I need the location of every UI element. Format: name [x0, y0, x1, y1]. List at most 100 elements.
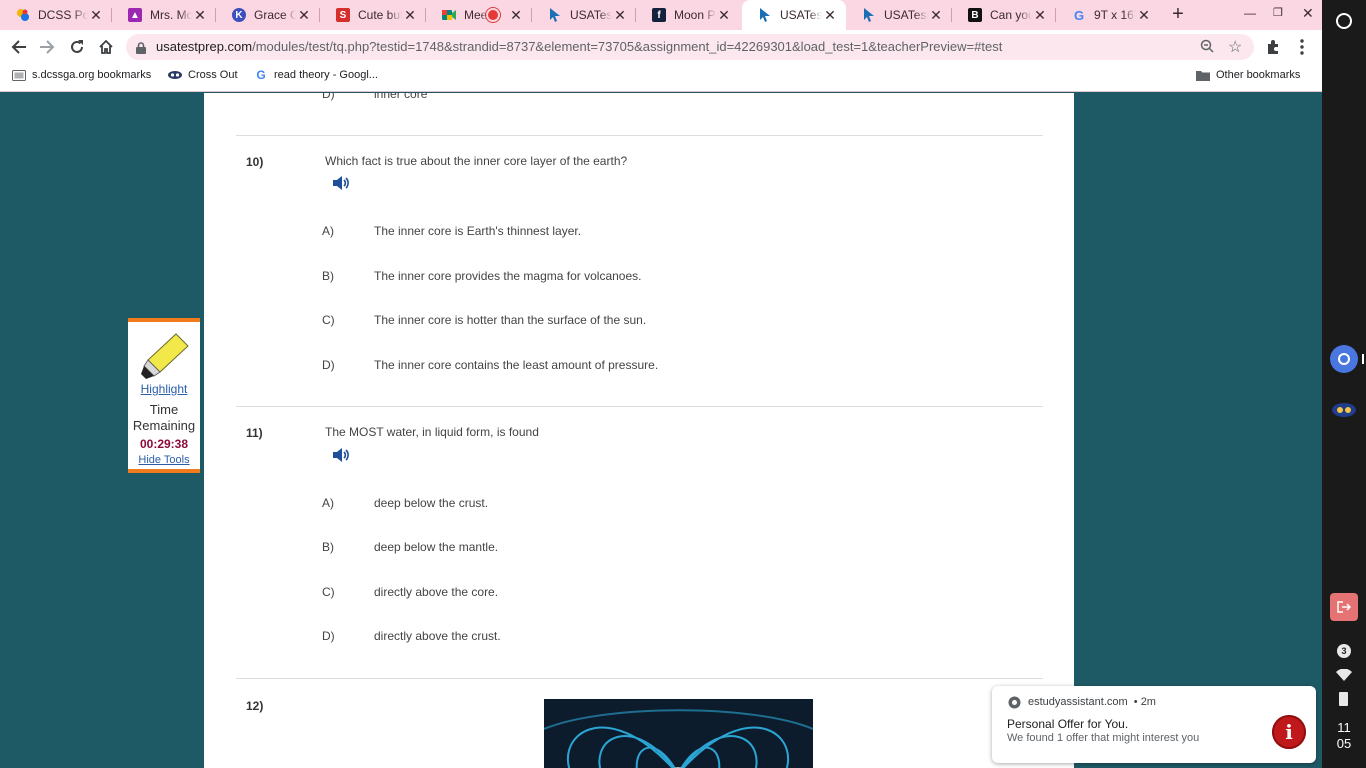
option-letter[interactable]: C) — [322, 585, 335, 599]
tab-mrs-mcleod[interactable]: ▲ Mrs. McLeod ✕ — [112, 0, 216, 30]
option-text[interactable]: The inner core provides the magma for vo… — [374, 269, 641, 283]
tab-title: Meet — [464, 8, 488, 22]
back-icon[interactable] — [8, 36, 30, 58]
bookmark-read-theory[interactable]: Gread theory - Googl... — [254, 68, 378, 82]
clock-minutes: 05 — [1336, 736, 1352, 751]
question-text: The MOST water, in liquid form, is found — [325, 425, 539, 439]
close-tab-icon[interactable]: ✕ — [508, 7, 524, 24]
tab-title: USATestprep — [570, 8, 612, 22]
close-tab-icon[interactable]: ✕ — [192, 7, 208, 24]
option-letter[interactable]: D) — [322, 629, 335, 643]
speaker-icon[interactable] — [332, 447, 350, 463]
tab-dcss[interactable]: DCSS Portal ✕ — [0, 0, 112, 30]
recording-icon — [488, 10, 498, 20]
notification-count-badge[interactable]: 3 — [1337, 644, 1351, 658]
close-tab-icon[interactable]: ✕ — [88, 7, 104, 24]
new-tab-button[interactable]: + — [1168, 4, 1188, 24]
chrome-icon — [1008, 696, 1021, 714]
extensions-icon[interactable] — [1262, 36, 1284, 58]
notification-title: Personal Offer for You. — [1007, 717, 1129, 731]
tab-title: USATestprep — [780, 8, 822, 22]
option-letter[interactable]: A) — [322, 224, 334, 238]
chrome-app-icon[interactable] — [1330, 345, 1358, 373]
home-icon[interactable] — [95, 36, 117, 58]
bookmark-dcssga[interactable]: s.dcssga.org bookmarks — [12, 69, 151, 81]
close-tab-icon[interactable]: ✕ — [822, 7, 838, 24]
option-text[interactable]: The inner core contains the least amount… — [374, 358, 658, 372]
question-number: 12) — [246, 699, 264, 713]
folder-icon — [1196, 69, 1210, 81]
minimize-icon[interactable]: — — [1244, 6, 1256, 20]
close-tab-icon[interactable]: ✕ — [928, 7, 944, 24]
highlighter-icon[interactable] — [140, 332, 190, 385]
bookmark-star-icon[interactable]: ☆ — [1228, 37, 1242, 57]
tab-can-you[interactable]: B Can you guess ✕ — [952, 0, 1056, 30]
close-tab-icon[interactable]: ✕ — [296, 7, 312, 24]
url-path: /modules/test/tq.php?testid=1748&strandi… — [252, 39, 1003, 54]
tab-meet[interactable]: Meet ✕ — [426, 0, 532, 30]
bookmark-cross-out[interactable]: Cross Out — [168, 69, 238, 81]
option-letter[interactable]: D) — [322, 358, 335, 372]
option-letter[interactable]: B) — [322, 269, 334, 283]
speaker-icon[interactable] — [332, 175, 350, 191]
meet-icon — [442, 8, 456, 22]
tab-title: Moon Phases — [674, 8, 716, 22]
option-text[interactable]: The inner core is hotter than the surfac… — [374, 313, 646, 327]
tab-usatestprep-3[interactable]: USATestprep ✕ — [846, 0, 952, 30]
close-window-icon[interactable]: ✕ — [1302, 5, 1314, 22]
divider — [236, 135, 1043, 136]
exit-icon[interactable] — [1330, 593, 1358, 621]
close-tab-icon[interactable]: ✕ — [1136, 7, 1152, 24]
menu-icon[interactable] — [1291, 36, 1313, 58]
close-tab-icon[interactable]: ✕ — [402, 7, 418, 24]
tab-usatestprep-active[interactable]: USATestprep ✕ — [742, 0, 846, 30]
forward-icon[interactable] — [36, 36, 58, 58]
other-bookmarks[interactable]: Other bookmarks — [1196, 69, 1300, 81]
tab-usatestprep-1[interactable]: USATestprep ✕ — [532, 0, 636, 30]
bookmark-folder-icon — [12, 69, 26, 81]
notification-toast[interactable]: estudyassistant.com • 2m Personal Offer … — [992, 686, 1316, 763]
b-icon: B — [968, 8, 982, 22]
notification-body: We found 1 offer that might interest you — [1007, 732, 1200, 744]
launcher-icon[interactable] — [1336, 13, 1352, 29]
reload-icon[interactable] — [66, 36, 88, 58]
clock-hours: 11 — [1337, 720, 1351, 735]
option-text[interactable]: The inner core is Earth's thinnest layer… — [374, 224, 581, 238]
option-letter[interactable]: D) — [322, 93, 335, 101]
close-tab-icon[interactable]: ✕ — [1032, 7, 1048, 24]
option-letter[interactable]: A) — [322, 496, 334, 510]
highlight-link[interactable]: Highlight — [128, 382, 200, 396]
tab-title: Grace Covington — [254, 8, 296, 22]
info-icon: i — [1272, 715, 1306, 749]
option-text[interactable]: deep below the mantle. — [374, 540, 498, 554]
lock-icon — [136, 41, 146, 59]
address-bar[interactable]: usatestprep.com/modules/test/tq.php?test… — [126, 34, 1254, 60]
close-tab-icon[interactable]: ✕ — [716, 7, 732, 24]
tab-title: USATestprep — [884, 8, 928, 22]
close-tab-icon[interactable]: ✕ — [612, 7, 628, 24]
bookmark-label: read theory - Googl... — [274, 69, 378, 81]
restore-icon[interactable]: ❐ — [1273, 6, 1283, 19]
system-clock[interactable]: 11 05 — [1322, 720, 1366, 752]
option-text[interactable]: deep below the crust. — [374, 496, 488, 510]
option-text[interactable]: directly above the core. — [374, 585, 498, 599]
cursor-icon — [548, 8, 562, 22]
tab-9t-16t[interactable]: G 9T x 16T ✕ — [1056, 0, 1160, 30]
option-letter[interactable]: C) — [322, 313, 335, 327]
option-text[interactable]: inner core — [374, 93, 427, 101]
zoom-icon[interactable] — [1200, 39, 1214, 58]
tab-title: Mrs. McLeod — [150, 8, 192, 22]
bookmark-label: s.dcssga.org bookmarks — [32, 69, 152, 81]
tab-moon-phases[interactable]: f Moon Phases ✕ — [636, 0, 740, 30]
option-text[interactable]: directly above the crust. — [374, 629, 501, 643]
option-letter[interactable]: B) — [322, 540, 334, 554]
tab-cute-but[interactable]: S Cute but Deadly ✕ — [320, 0, 426, 30]
dcss-icon — [16, 8, 30, 22]
hide-tools-link[interactable]: Hide Tools — [128, 454, 200, 466]
cursor-icon — [862, 8, 876, 22]
url-host: usatestprep.com — [156, 39, 253, 54]
time-remaining-label: Time Remaining — [132, 402, 196, 433]
owl-app-icon[interactable] — [1332, 402, 1356, 423]
tab-grace[interactable]: K Grace Covington ✕ — [216, 0, 320, 30]
tab-title: DCSS Portal — [38, 8, 88, 22]
